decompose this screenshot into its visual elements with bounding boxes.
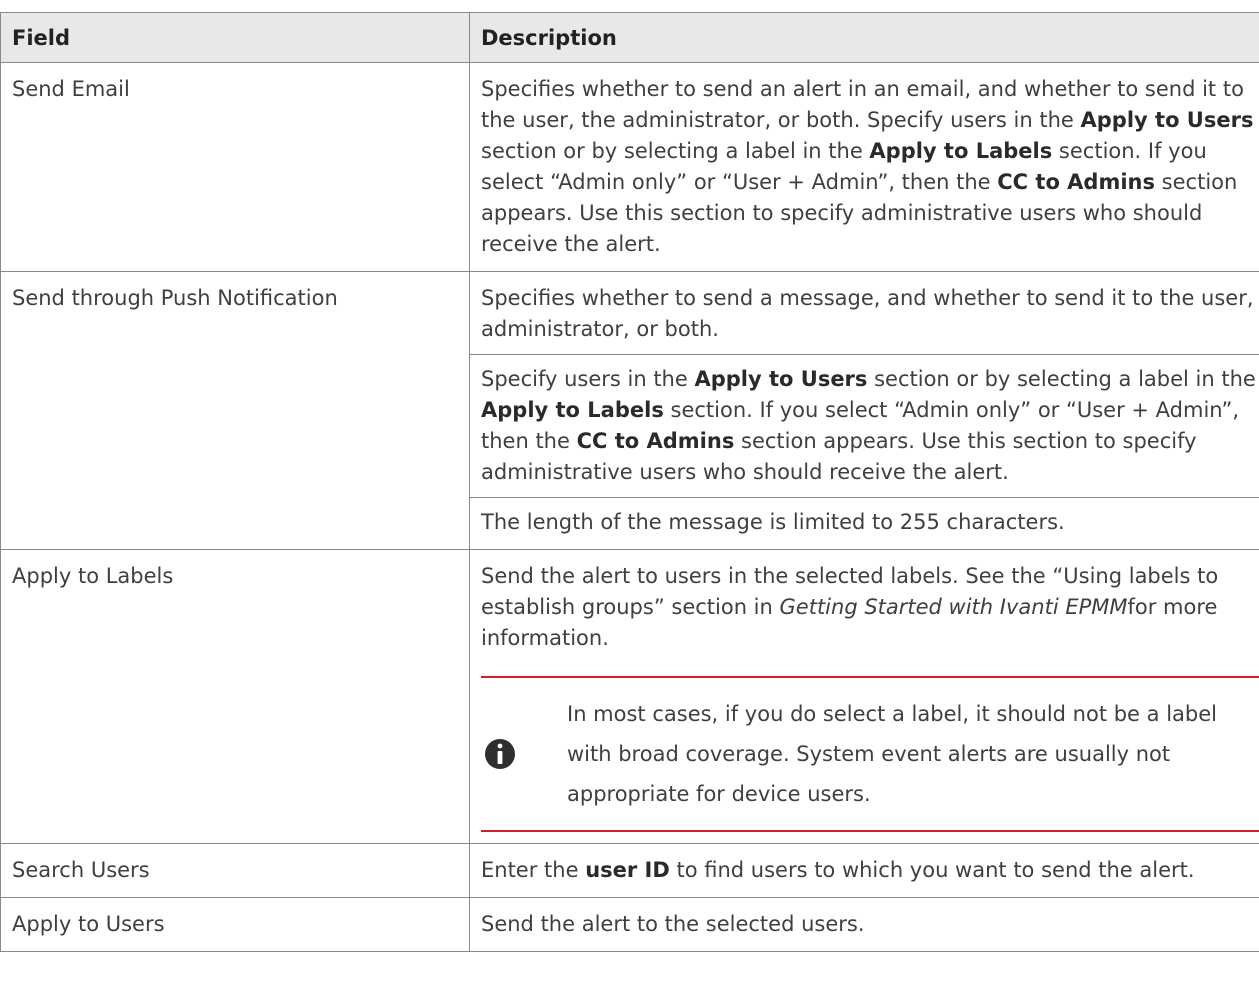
description-intro: Specifies whether to send a message, and…	[481, 286, 1254, 341]
table-header-row: Field Description	[0, 12, 1259, 63]
bold-term: CC to Admins	[576, 429, 735, 453]
field-description-table: Field Description Send Email Specifies w…	[0, 12, 1259, 952]
row-field: Apply to Labels	[0, 549, 470, 844]
bold-term: CC to Admins	[997, 170, 1155, 194]
bold-term: Apply to Users	[1080, 108, 1254, 132]
bold-term: Apply to Labels	[869, 139, 1053, 163]
row-field: Search Users	[0, 843, 470, 898]
table-row: Search Users Enter the user ID to find u…	[0, 843, 1259, 898]
description-footer: The length of the message is limited to …	[481, 510, 1065, 534]
description-text: Enter the user ID to find users to which…	[481, 855, 1259, 886]
info-icon	[485, 739, 515, 769]
table-row: Apply to Users Send the alert to the sel…	[0, 897, 1259, 952]
bold-term: user ID	[585, 858, 670, 882]
table-row: Apply to Labels Send the alert to users …	[0, 549, 1259, 844]
row-description: Send the alert to the selected users.	[469, 897, 1259, 952]
italic-title: Getting Started with Ivanti EPMM	[779, 595, 1128, 619]
row-description: Specifies whether to send a message, and…	[469, 271, 1259, 550]
description-text: Specify users in the Apply to Users sect…	[481, 364, 1259, 488]
row-field: Send through Push Notification	[0, 271, 470, 550]
text-run: Send the alert to the selected users.	[481, 912, 865, 936]
row-description: Send the alert to users in the selected …	[469, 549, 1259, 844]
text-run: Specify users in the	[481, 367, 695, 391]
row-field: Apply to Users	[0, 897, 470, 952]
text-run: Enter the	[481, 858, 586, 882]
description-text: Send the alert to the selected users.	[481, 909, 1259, 940]
text-run: to find users to which you want to send …	[669, 858, 1195, 882]
bold-term: Apply to Users	[694, 367, 868, 391]
header-description: Description	[469, 12, 1259, 63]
bold-term: Apply to Labels	[481, 398, 664, 422]
row-description: Enter the user ID to find users to which…	[469, 843, 1259, 898]
info-note: In most cases, if you do select a label,…	[481, 676, 1259, 832]
description-text: Specifies whether to send an alert in an…	[481, 74, 1259, 260]
cell-divider	[470, 354, 1259, 355]
row-description: Specifies whether to send an alert in an…	[469, 62, 1259, 272]
text-run: section or by selecting a label in the	[481, 139, 870, 163]
description-text: Send the alert to users in the selected …	[481, 561, 1259, 654]
row-field: Send Email	[0, 62, 470, 272]
table-row: Send Email Specifies whether to send an …	[0, 62, 1259, 272]
cell-divider	[470, 497, 1259, 498]
note-text: In most cases, if you do select a label,…	[567, 702, 1217, 806]
text-run: section or by selecting a label in the	[867, 367, 1256, 391]
header-field: Field	[0, 12, 470, 63]
table-row: Send through Push Notification Specifies…	[0, 271, 1259, 550]
